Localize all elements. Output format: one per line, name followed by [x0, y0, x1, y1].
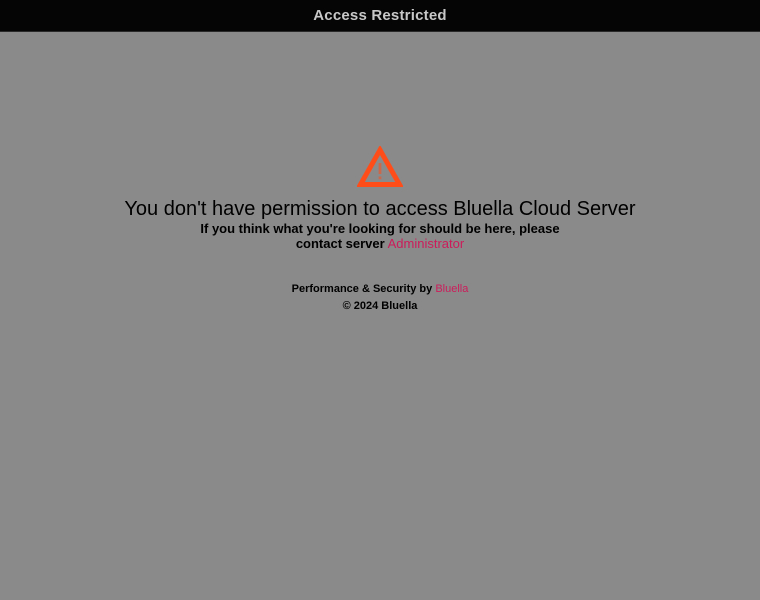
top-bar: Access Restricted [0, 0, 760, 32]
footer: Performance & Security by Bluella © 2024… [0, 281, 760, 315]
bluella-link[interactable]: Bluella [435, 283, 468, 295]
contact-server-text: contact server [295, 236, 385, 251]
help-text-line1: If you think what you're looking for sho… [200, 221, 560, 236]
help-text-line2: contact server Administrator [0, 236, 760, 251]
copyright-text: © 2024 Bluella [342, 300, 418, 312]
warning-triangle-icon [357, 146, 403, 187]
administrator-link[interactable]: Administrator [388, 236, 465, 251]
performance-line: Performance & Security by Bluella [0, 281, 760, 298]
performance-text: Performance & Security by [291, 283, 433, 295]
page-title: Access Restricted [313, 7, 447, 24]
permission-headline: You don't have permission to access Blue… [124, 198, 636, 220]
main-content: You don't have permission to access Blue… [0, 146, 760, 315]
